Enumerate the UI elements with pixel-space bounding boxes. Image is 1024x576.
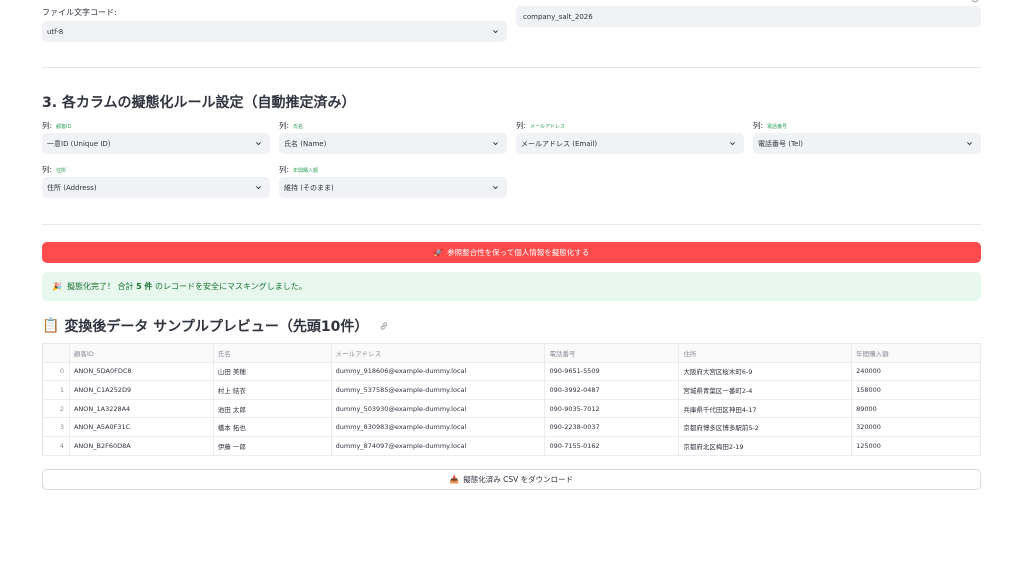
column-name-tag: 電話番号	[767, 124, 788, 130]
salt-input[interactable]: company_salt_2026	[516, 6, 981, 27]
table-cell: ANON_C1A252D9	[69, 380, 214, 400]
table-cell: 090-9651-5509	[544, 362, 680, 382]
row-index: 4	[42, 436, 70, 456]
section-title: 3. 各カラムの擬態化ルール設定（自動推定済み）	[42, 95, 356, 111]
column-label: 列: 電話番号	[753, 121, 788, 130]
table-cell: 村上 結衣	[213, 380, 332, 400]
column-label: 列: 氏名	[279, 121, 304, 130]
column-name-tag: 顧客ID	[56, 124, 72, 130]
table-row[interactable]: 3 ANON_A5A0F31C 橋本 拓也 dummy_830983@examp…	[42, 417, 981, 437]
column-header[interactable]: 住所	[678, 343, 853, 363]
table-cell: 090-3992-0487	[544, 380, 680, 400]
eye-icon[interactable]	[972, 0, 978, 3]
table-cell: dummy_874097@example-dummy.local	[331, 436, 546, 456]
table-cell: 兵庫県千代田区神田4-17	[678, 399, 853, 419]
column-name-tag: メールアドレス	[530, 124, 566, 130]
rocket-icon: 🚀	[433, 248, 444, 257]
success-alert: 🎉 擬態化完了！ 合計 5 件 のレコードを安全にマスキングしました。	[42, 272, 981, 301]
table-cell: 池田 太郎	[213, 399, 332, 419]
table-cell: 125000	[851, 436, 981, 456]
success-text: 擬態化完了！ 合計 5 件 のレコードを安全にマスキングしました。	[66, 282, 307, 291]
table-cell: ANON_B2F60D8A	[69, 436, 214, 456]
chevron-down-icon	[730, 142, 735, 146]
table-cell: 090-7155-0162	[544, 436, 680, 456]
table-row[interactable]: 4 ANON_B2F60D8A 伊藤 一郎 dummy_874097@examp…	[42, 436, 981, 456]
chevron-down-icon	[493, 186, 498, 190]
table-cell: 橋本 拓也	[213, 417, 332, 437]
column-label: 列: メールアドレス	[516, 121, 566, 130]
column-label: 列: 顧客ID	[42, 121, 72, 130]
rule-select-tel[interactable]: 電話番号 (Tel)	[753, 133, 981, 154]
link-icon[interactable]	[379, 321, 389, 331]
clipboard-icon: 📋	[42, 318, 60, 334]
table-cell: 京都府博多区博多駅前5-2	[678, 417, 853, 437]
column-header[interactable]: 年間購入額	[851, 343, 981, 363]
table-cell: 090-2238-0037	[544, 417, 680, 437]
table-cell: 伊藤 一郎	[213, 436, 332, 456]
column-header[interactable]: 顧客ID	[69, 343, 214, 363]
table-cell: dummy_918606@example-dummy.local	[331, 362, 546, 382]
index-header	[42, 343, 70, 363]
download-csv-button[interactable]: 📥 擬態化済み CSV をダウンロード	[42, 469, 981, 490]
rule-select-address[interactable]: 住所 (Address)	[42, 177, 270, 198]
anonymize-button-label: 参照整合性を保って個人情報を擬態化する	[447, 248, 590, 257]
rule-select-customer-id[interactable]: 一意ID (Unique ID)	[42, 133, 270, 154]
row-index: 0	[42, 362, 70, 382]
rule-select-email[interactable]: メールアドレス (Email)	[516, 133, 744, 154]
salt-value: company_salt_2026	[523, 12, 593, 21]
anonymize-button[interactable]: 🚀 参照整合性を保って個人情報を擬態化する	[42, 242, 981, 263]
table-cell: 240000	[851, 362, 981, 382]
table-cell: dummy_537585@example-dummy.local	[331, 380, 546, 400]
column-name-tag: 氏名	[293, 124, 304, 130]
row-index: 3	[42, 417, 70, 437]
table-cell: 090-9035-7012	[544, 399, 680, 419]
column-header[interactable]: メールアドレス	[331, 343, 546, 363]
row-index: 2	[42, 399, 70, 419]
table-row[interactable]: 2 ANON_1A3228A4 池田 太郎 dummy_503930@examp…	[42, 399, 981, 419]
table-cell: 山田 美穂	[213, 362, 332, 382]
table-cell: 89000	[851, 399, 981, 419]
column-name-tag: 年間購入額	[293, 168, 319, 174]
table-header-row: 顧客ID 氏名 メールアドレス 電話番号 住所 年間購入額	[42, 343, 981, 363]
table-cell: ANON_5DA0FDC8	[69, 362, 214, 382]
table-cell: 宮城県青葉区一番町2-4	[678, 380, 853, 400]
chevron-down-icon	[493, 30, 498, 34]
table-row[interactable]: 1 ANON_C1A252D9 村上 結衣 dummy_537585@examp…	[42, 380, 981, 400]
preview-title: 📋 変換後データ サンプルプレビュー（先頭10件）	[42, 316, 389, 336]
column-header[interactable]: 氏名	[213, 343, 332, 363]
chevron-down-icon	[967, 142, 972, 146]
rule-select-name[interactable]: 氏名 (Name)	[279, 133, 507, 154]
file-encoding-value: utf-8	[47, 27, 64, 36]
chevron-down-icon	[493, 142, 498, 146]
file-encoding-label: ファイル文字コード:	[42, 8, 117, 17]
column-header[interactable]: 電話番号	[544, 343, 680, 363]
table-cell: ANON_1A3228A4	[69, 399, 214, 419]
chevron-down-icon	[256, 142, 261, 146]
divider	[42, 67, 981, 68]
table-cell: dummy_830983@example-dummy.local	[331, 417, 546, 437]
download-icon: 📥	[449, 475, 460, 484]
column-name-tag: 住所	[56, 168, 67, 174]
table-cell: 320000	[851, 417, 981, 437]
table-row[interactable]: 0 ANON_5DA0FDC8 山田 美穂 dummy_918606@examp…	[42, 362, 981, 382]
row-index: 1	[42, 380, 70, 400]
column-label: 列: 住所	[42, 165, 67, 174]
party-popper-icon: 🎉	[52, 282, 62, 291]
download-button-label: 擬態化済み CSV をダウンロード	[463, 475, 574, 484]
table-cell: dummy_503930@example-dummy.local	[331, 399, 546, 419]
divider	[42, 224, 981, 225]
chevron-down-icon	[256, 186, 261, 190]
table-cell: 大阪府大宮区桜木町6-9	[678, 362, 853, 382]
column-label: 列: 年間購入額	[279, 165, 319, 174]
table-cell: 京都府北区梅田2-19	[678, 436, 853, 456]
table-cell: 158000	[851, 380, 981, 400]
preview-table[interactable]: 顧客ID 氏名 メールアドレス 電話番号 住所 年間購入額 0 ANON_5DA…	[42, 343, 981, 456]
table-cell: ANON_A5A0F31C	[69, 417, 214, 437]
rule-select-annual-purchase[interactable]: 維持 (そのまま)	[279, 177, 507, 198]
file-encoding-select[interactable]: utf-8	[42, 21, 507, 42]
record-count: 5 件	[136, 282, 153, 291]
